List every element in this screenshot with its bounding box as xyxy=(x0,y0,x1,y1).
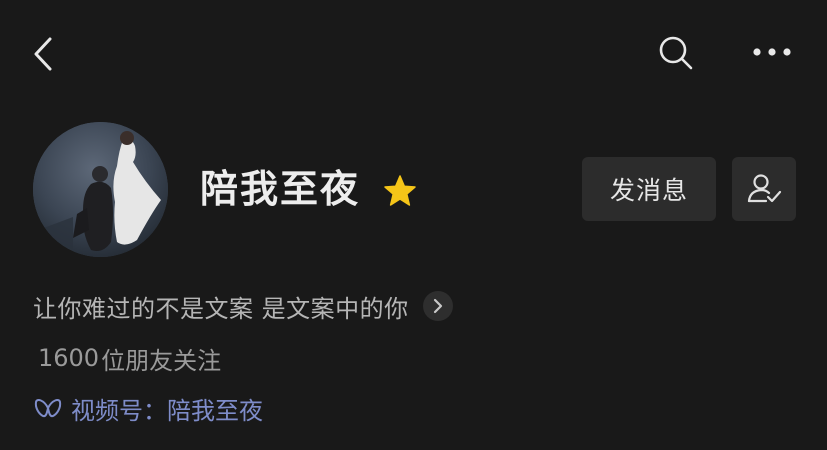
bio-expand-button[interactable] xyxy=(422,291,453,321)
send-message-button[interactable]: 发消息 xyxy=(582,157,716,221)
channel-label: 视频号： xyxy=(71,396,167,425)
followers-count: 1600 xyxy=(38,344,100,372)
star-icon xyxy=(384,175,416,206)
chevron-left-icon xyxy=(34,37,52,71)
more-horizontal-icon xyxy=(753,48,791,56)
bio-row[interactable]: 让你难过的不是文案 是文案中的你 xyxy=(33,288,453,324)
follow-status-button[interactable] xyxy=(732,157,796,221)
profile-page: 陪我至夜 发消息 让你难过的不是文案 是文案中的你 1600 位朋友关注 视频号… xyxy=(0,0,827,450)
bio-text: 让你难过的不是文案 是文案中的你 xyxy=(33,294,409,323)
back-button[interactable] xyxy=(30,36,56,72)
mutual-followers[interactable]: 1600 位朋友关注 xyxy=(38,340,221,376)
chevron-right-icon xyxy=(433,298,442,314)
channels-butterfly-icon xyxy=(34,399,62,418)
profile-name: 陪我至夜 xyxy=(200,167,361,211)
avatar[interactable] xyxy=(33,122,168,257)
channel-name: 陪我至夜 xyxy=(167,396,263,425)
search-button[interactable] xyxy=(657,34,695,72)
search-icon xyxy=(659,36,693,70)
user-check-icon xyxy=(747,174,782,203)
more-button[interactable] xyxy=(750,40,794,64)
followers-label: 位朋友关注 xyxy=(101,346,222,375)
video-channel-link[interactable]: 视频号： 陪我至夜 xyxy=(33,390,263,426)
avatar-photo xyxy=(33,122,168,257)
